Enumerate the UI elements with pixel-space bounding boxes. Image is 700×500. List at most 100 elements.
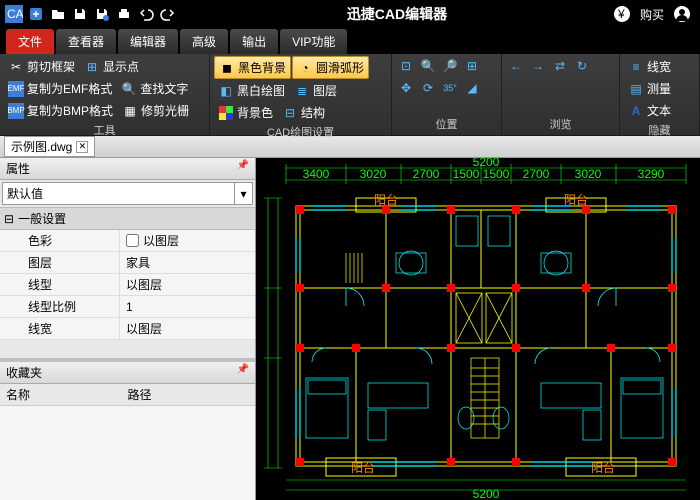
- tab-output[interactable]: 输出: [230, 29, 278, 54]
- show-points-button[interactable]: ⊞显示点: [80, 56, 143, 77]
- structure-icon: ⊟: [282, 105, 298, 121]
- quick-access: CAD: [0, 4, 182, 24]
- trim-raster-button[interactable]: ▦修剪光栅: [118, 100, 193, 121]
- svg-text:阳台: 阳台: [351, 460, 375, 475]
- search-icon: 🔍: [121, 81, 137, 97]
- favorites-header: 收藏夹 📌: [0, 362, 255, 384]
- properties-panel: 属性 📌 默认值 ▾ ⊟一般设置 色彩以图层 图层家具 线型以图层 线型比例1 …: [0, 158, 256, 500]
- svg-text:阳台: 阳台: [374, 192, 398, 207]
- svg-text:阳台: 阳台: [591, 460, 615, 475]
- layers-button[interactable]: ≣图层: [290, 80, 341, 101]
- ribbon-group-browse: ← → ⇄ ↻ 浏览: [502, 54, 620, 135]
- points-icon: ⊞: [84, 59, 100, 75]
- group-label-browse: 浏览: [506, 115, 615, 133]
- group-label-position: 位置: [396, 115, 497, 133]
- swap-icon[interactable]: ⇄: [552, 58, 568, 74]
- drawing-canvas[interactable]: 阳台 阳台 阳台 阳台 5200 3400 3020 2700 1500 150…: [256, 158, 700, 500]
- prop-row-lineweight[interactable]: 线宽以图层: [0, 318, 255, 340]
- pin-icon[interactable]: 📌: [237, 160, 249, 177]
- bg-color-button[interactable]: 背景色: [214, 102, 277, 123]
- col-name[interactable]: 名称: [6, 386, 128, 403]
- trim-icon: ▦: [122, 103, 138, 119]
- file-tab[interactable]: 示例图.dwg ✕: [4, 136, 95, 157]
- copy-bmp-button[interactable]: BMP复制为BMP格式: [4, 100, 117, 121]
- bw-draw-button[interactable]: ◧黑白绘图: [214, 80, 289, 101]
- close-tab-icon[interactable]: ✕: [76, 141, 88, 153]
- smooth-arc-button[interactable]: ◔圆滑弧形: [292, 56, 369, 79]
- new-icon[interactable]: [26, 4, 46, 24]
- zoom-fit-icon[interactable]: ⊡: [398, 58, 414, 74]
- linewidth-button[interactable]: ≡线宽: [624, 56, 675, 77]
- coin-icon[interactable]: ¥: [612, 4, 632, 24]
- section-general[interactable]: ⊟一般设置: [0, 207, 255, 230]
- arc-icon: ◔: [297, 60, 313, 76]
- text-button[interactable]: A文本: [624, 100, 675, 121]
- chevron-down-icon[interactable]: ▾: [234, 183, 252, 204]
- bw-icon: ◧: [218, 83, 234, 99]
- default-dropdown[interactable]: 默认值 ▾: [2, 182, 253, 205]
- svg-text:1500: 1500: [453, 167, 480, 181]
- bmp-icon: BMP: [8, 103, 24, 119]
- prop-row-layer[interactable]: 图层家具: [0, 252, 255, 274]
- measure-button[interactable]: ▤测量: [624, 78, 675, 99]
- titlebar: CAD 迅捷CAD编辑器 ¥ 购买: [0, 0, 700, 28]
- prop-row-color[interactable]: 色彩以图层: [0, 230, 255, 252]
- scissors-icon: ✂: [8, 59, 24, 75]
- collapse-icon[interactable]: ⊟: [4, 212, 14, 226]
- prop-row-linetype[interactable]: 线型以图层: [0, 274, 255, 296]
- workspace: 属性 📌 默认值 ▾ ⊟一般设置 色彩以图层 图层家具 线型以图层 线型比例1 …: [0, 158, 700, 500]
- bylayer-checkbox[interactable]: [126, 234, 139, 247]
- ruler-icon: ▤: [628, 81, 644, 97]
- rotate-icon[interactable]: ⟳: [420, 80, 436, 96]
- copy-emf-button[interactable]: EMF复制为EMF格式: [4, 78, 116, 99]
- find-text-button[interactable]: 🔍查找文字: [117, 78, 192, 99]
- svg-text:3020: 3020: [360, 167, 387, 181]
- pin-icon[interactable]: 📌: [237, 364, 249, 381]
- structure-button[interactable]: ⊟结构: [278, 102, 329, 123]
- titlebar-right: ¥ 购买: [612, 4, 700, 24]
- redo-icon[interactable]: [158, 4, 178, 24]
- tab-advanced[interactable]: 高级: [180, 29, 228, 54]
- properties-header: 属性 📌: [0, 158, 255, 180]
- black-bg-button[interactable]: ◼黑色背景: [214, 56, 291, 79]
- svg-text:阳台: 阳台: [564, 192, 588, 207]
- app-icon: CAD: [4, 4, 24, 24]
- text-icon: A: [628, 103, 644, 119]
- angle-icon[interactable]: 35°: [442, 80, 458, 96]
- crop-frame-button[interactable]: ✂剪切框架: [4, 56, 79, 77]
- arrow-right-icon[interactable]: →: [530, 58, 546, 74]
- pan-icon[interactable]: ✥: [398, 80, 414, 96]
- angle2-icon[interactable]: ◢: [464, 80, 480, 96]
- menu-tabs: 文件 查看器 编辑器 高级 输出 VIP功能: [0, 28, 700, 54]
- app-title: 迅捷CAD编辑器: [182, 4, 612, 24]
- zoom-in-icon[interactable]: 🔍: [420, 58, 436, 74]
- svg-text:2700: 2700: [523, 167, 550, 181]
- buy-link[interactable]: 购买: [640, 6, 664, 23]
- group-label-cad: CAD绘图设置: [214, 123, 387, 141]
- undo-icon[interactable]: [136, 4, 156, 24]
- save-icon[interactable]: [70, 4, 90, 24]
- svg-text:3290: 3290: [638, 167, 665, 181]
- zoom-area-icon[interactable]: ⊞: [464, 58, 480, 74]
- favorites-columns: 名称 路径: [0, 384, 255, 406]
- tab-editor[interactable]: 编辑器: [118, 29, 178, 54]
- emf-icon: EMF: [8, 81, 24, 97]
- user-icon[interactable]: [672, 4, 692, 24]
- property-grid: ⊟一般设置 色彩以图层 图层家具 线型以图层 线型比例1 线宽以图层: [0, 207, 255, 340]
- zoom-out-icon[interactable]: 🔎: [442, 58, 458, 74]
- group-label-hide: 隐藏: [624, 121, 695, 139]
- arrow-left-icon[interactable]: ←: [508, 58, 524, 74]
- col-path[interactable]: 路径: [128, 386, 250, 403]
- tab-file[interactable]: 文件: [6, 29, 54, 54]
- ribbon-group-tools: ✂剪切框架 ⊞显示点 EMF复制为EMF格式 🔍查找文字 BMP复制为BMP格式…: [0, 54, 210, 135]
- refresh-icon[interactable]: ↻: [574, 58, 590, 74]
- open-icon[interactable]: [48, 4, 68, 24]
- saveas-icon[interactable]: [92, 4, 112, 24]
- file-tab-name: 示例图.dwg: [11, 138, 72, 155]
- tab-viewer[interactable]: 查看器: [56, 29, 116, 54]
- print-icon[interactable]: [114, 4, 134, 24]
- prop-row-ltscale[interactable]: 线型比例1: [0, 296, 255, 318]
- layers-icon: ≣: [294, 83, 310, 99]
- tab-vip[interactable]: VIP功能: [280, 29, 347, 54]
- ribbon-group-hide: ≡线宽 ▤测量 A文本 隐藏: [620, 54, 700, 135]
